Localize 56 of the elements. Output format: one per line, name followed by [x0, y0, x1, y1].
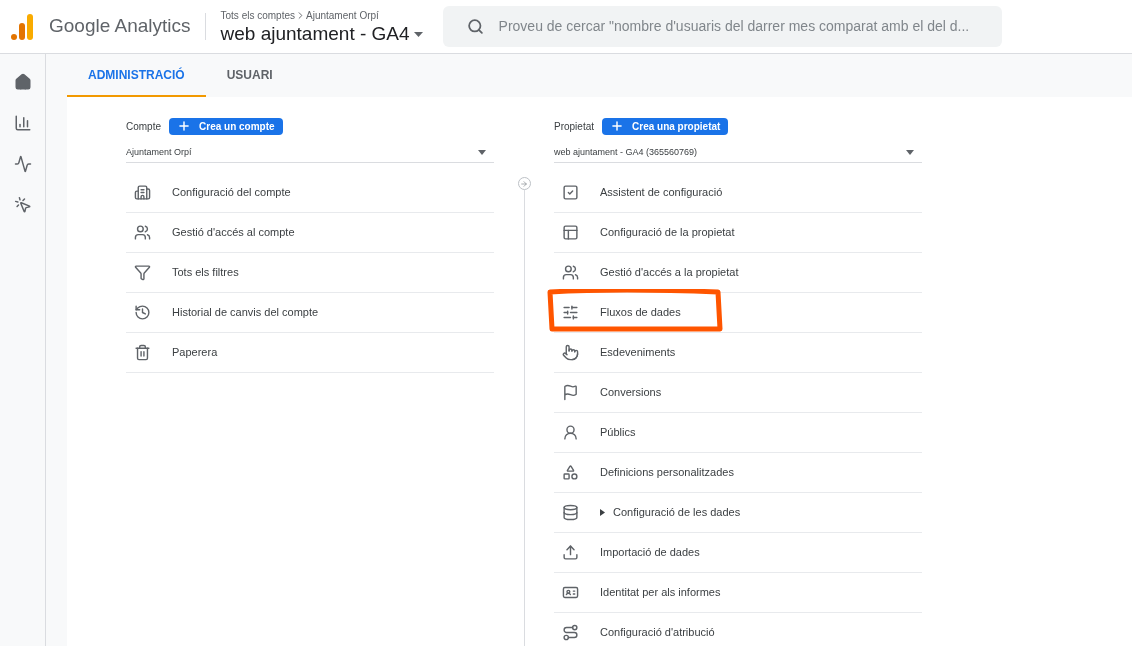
menu-item[interactable]: Públics [554, 413, 922, 453]
sliders-icon [562, 304, 579, 321]
selector-dropdown[interactable]: Ajuntament Orpí [126, 143, 494, 163]
trend-icon[interactable] [13, 155, 32, 173]
product-name: Google Analytics [49, 14, 191, 39]
section-label: Compte [126, 119, 161, 134]
history-icon [134, 304, 151, 321]
plus-icon [610, 119, 625, 133]
dropdown-caret-icon [413, 31, 423, 37]
create-button[interactable]: Crea una propietat [602, 117, 729, 135]
id-card-icon [562, 584, 579, 601]
menu-item[interactable]: Historial de canvis del compte [126, 293, 494, 333]
tab[interactable]: USUARI [205, 54, 294, 97]
caret-right-icon [600, 509, 605, 516]
plus-icon [177, 119, 191, 133]
create-button[interactable]: Crea un compte [169, 117, 283, 135]
search-icon [466, 18, 484, 35]
menu-item[interactable]: Identitat per als informes [554, 573, 922, 613]
menu-item[interactable]: Configuració de les dades [554, 493, 922, 533]
property-picker[interactable]: web ajuntament - GA4 [220, 23, 423, 45]
breadcrumb-link[interactable]: Tots els comptes [220, 8, 295, 23]
trash-icon [134, 344, 151, 361]
menu-item[interactable]: Tots els filtres [126, 253, 494, 293]
menu-item[interactable]: Fluxos de dades [554, 293, 922, 333]
menu-item[interactable]: Paperera [126, 333, 494, 373]
menu-item[interactable]: Configuració de la propietat [554, 213, 922, 253]
menu-item[interactable]: Definicions personalitzades [554, 453, 922, 493]
people-icon [134, 224, 151, 241]
menu-item[interactable]: Configuració d'atribució [554, 613, 922, 646]
dropdown-caret-icon [478, 150, 486, 155]
menu-item[interactable]: Conversions [554, 373, 922, 413]
menu-item[interactable]: Importació de dades [554, 533, 922, 573]
pointer-icon [562, 344, 579, 361]
people-icon [562, 264, 579, 281]
bar-chart-icon[interactable] [13, 114, 32, 132]
menu-item[interactable]: Gestió d'accés a la propietat [554, 253, 922, 293]
shapes-icon [562, 464, 579, 481]
filter-icon [134, 264, 151, 281]
route-icon [562, 624, 579, 641]
menu-item[interactable]: Esdeveniments [554, 333, 922, 373]
database-icon [562, 504, 579, 521]
menu-item[interactable]: Gestió d'accés al compte [126, 213, 494, 253]
cursor-target-icon[interactable] [13, 196, 32, 214]
dropdown-caret-icon [906, 150, 914, 155]
building-icon [134, 184, 151, 201]
flag-icon [562, 384, 579, 401]
selector-dropdown[interactable]: web ajuntament - GA4 (365560769) [554, 143, 922, 163]
breadcrumb-link[interactable]: Ajuntament Orpí [306, 8, 379, 23]
logo-icon [10, 13, 34, 40]
menu-item[interactable]: Configuració del compte [126, 173, 494, 213]
layout-icon [562, 224, 579, 241]
upload-icon [562, 544, 579, 561]
checkbox-icon [562, 184, 579, 201]
menu-item[interactable]: Assistent de configuració [554, 173, 922, 213]
home-icon[interactable] [13, 73, 32, 91]
section-label: Propietat [554, 119, 595, 134]
